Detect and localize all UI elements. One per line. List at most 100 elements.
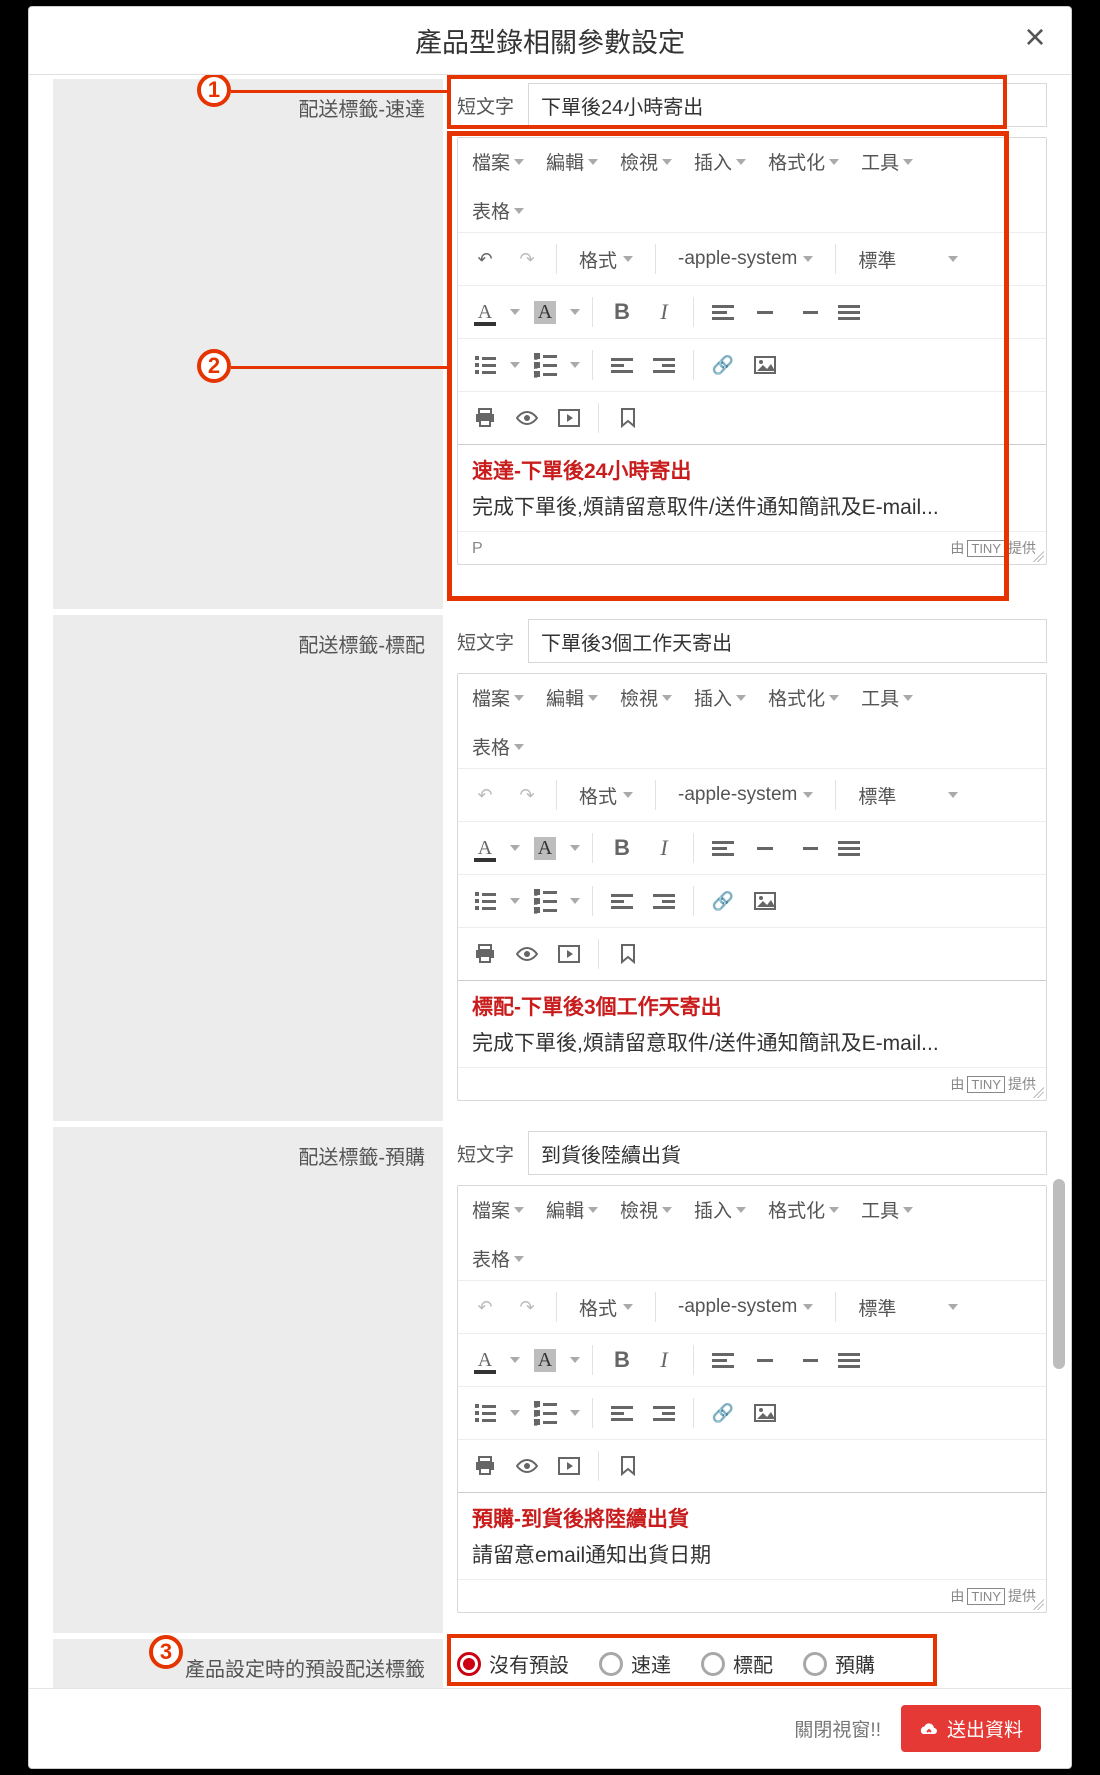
media-icon[interactable] [552,400,586,436]
scrollbar-thumb[interactable] [1053,1179,1065,1369]
align-left-icon[interactable] [706,294,740,330]
link-icon[interactable]: 🔗 [706,347,740,383]
undo-icon[interactable]: ↶ [468,777,502,813]
menu-table[interactable]: 表格 [472,1245,1032,1272]
bold-icon[interactable]: B [605,294,639,330]
image-icon[interactable] [748,883,782,919]
bg-color-icon[interactable]: A [528,294,562,330]
bold-icon[interactable]: B [605,830,639,866]
fontweight-select[interactable]: 標準 [848,1289,968,1325]
number-list-icon[interactable]: 123 [528,1395,562,1431]
align-left-icon[interactable] [706,1342,740,1378]
fontweight-select[interactable]: 標準 [848,777,968,813]
menu-view[interactable]: 檢視 [620,684,672,711]
menu-tools[interactable]: 工具 [861,1196,913,1223]
menu-file[interactable]: 檔案 [472,148,524,175]
menu-edit[interactable]: 編輯 [546,1196,598,1223]
preview-icon[interactable] [510,1448,544,1484]
align-center-icon[interactable] [748,294,782,330]
short-text-input[interactable] [528,1131,1047,1175]
menu-table[interactable]: 表格 [472,733,1032,760]
bullet-list-icon[interactable] [468,883,502,919]
link-icon[interactable]: 🔗 [706,1395,740,1431]
align-center-icon[interactable] [748,1342,782,1378]
short-text-input[interactable] [528,83,1047,127]
radio-preorder[interactable]: 預購 [803,1649,875,1678]
menu-format[interactable]: 格式化 [768,148,839,175]
submit-button[interactable]: 送出資料 [901,1705,1041,1752]
italic-icon[interactable]: I [647,1342,681,1378]
align-justify-icon[interactable] [832,294,866,330]
outdent-icon[interactable] [605,1395,639,1431]
resize-handle-icon[interactable] [1030,1084,1044,1098]
print-icon[interactable] [468,936,502,972]
media-icon[interactable] [552,1448,586,1484]
outdent-icon[interactable] [605,347,639,383]
image-icon[interactable] [748,347,782,383]
image-icon[interactable] [748,1395,782,1431]
close-icon[interactable]: × [1017,19,1053,55]
close-window-link[interactable]: 關閉視窗!! [794,1715,881,1742]
menu-format[interactable]: 格式化 [768,1196,839,1223]
menu-edit[interactable]: 編輯 [546,148,598,175]
align-left-icon[interactable] [706,830,740,866]
media-icon[interactable] [552,936,586,972]
text-color-icon[interactable]: A [468,1342,502,1378]
text-color-icon[interactable]: A [468,294,502,330]
fontweight-select[interactable]: 標準 [848,241,968,277]
preview-icon[interactable] [510,936,544,972]
font-select[interactable]: -apple-system [668,1289,823,1325]
bookmark-icon[interactable] [611,400,645,436]
format-select[interactable]: 格式 [569,777,643,813]
editor-content[interactable]: 預購-到貨後將陸續出貨 請留意email通知出貨日期 [458,1493,1046,1579]
align-justify-icon[interactable] [832,1342,866,1378]
indent-icon[interactable] [647,1395,681,1431]
menu-insert[interactable]: 插入 [694,148,746,175]
preview-icon[interactable] [510,400,544,436]
resize-handle-icon[interactable] [1030,548,1044,562]
font-select[interactable]: -apple-system [668,241,823,277]
resize-handle-icon[interactable] [1030,1596,1044,1610]
redo-icon[interactable]: ↷ [510,1289,544,1325]
align-right-icon[interactable] [790,294,824,330]
bookmark-icon[interactable] [611,936,645,972]
bullet-list-icon[interactable] [468,1395,502,1431]
radio-express[interactable]: 速達 [599,1649,671,1678]
menu-edit[interactable]: 編輯 [546,684,598,711]
align-right-icon[interactable] [790,1342,824,1378]
menu-insert[interactable]: 插入 [694,1196,746,1223]
menu-table[interactable]: 表格 [472,197,1032,224]
menu-insert[interactable]: 插入 [694,684,746,711]
italic-icon[interactable]: I [647,294,681,330]
indent-icon[interactable] [647,883,681,919]
text-color-icon[interactable]: A [468,830,502,866]
radio-none[interactable]: 沒有預設 [457,1649,569,1678]
undo-icon[interactable]: ↶ [468,241,502,277]
print-icon[interactable] [468,1448,502,1484]
italic-icon[interactable]: I [647,830,681,866]
redo-icon[interactable]: ↷ [510,241,544,277]
editor-content[interactable]: 標配-下單後3個工作天寄出 完成下單後,煩請留意取件/送件通知簡訊及E-mail… [458,981,1046,1067]
menu-file[interactable]: 檔案 [472,1196,524,1223]
align-center-icon[interactable] [748,830,782,866]
menu-tools[interactable]: 工具 [861,684,913,711]
menu-view[interactable]: 檢視 [620,1196,672,1223]
number-list-icon[interactable]: 123 [528,883,562,919]
format-select[interactable]: 格式 [569,1289,643,1325]
menu-format[interactable]: 格式化 [768,684,839,711]
undo-icon[interactable]: ↶ [468,1289,502,1325]
bg-color-icon[interactable]: A [528,1342,562,1378]
outdent-icon[interactable] [605,883,639,919]
number-list-icon[interactable]: 123 [528,347,562,383]
menu-file[interactable]: 檔案 [472,684,524,711]
indent-icon[interactable] [647,347,681,383]
align-justify-icon[interactable] [832,830,866,866]
font-select[interactable]: -apple-system [668,777,823,813]
menu-tools[interactable]: 工具 [861,148,913,175]
editor-content[interactable]: 速達-下單後24小時寄出 完成下單後,煩請留意取件/送件通知簡訊及E-mail.… [458,445,1046,531]
bullet-list-icon[interactable] [468,347,502,383]
scrollbar-track[interactable] [1051,79,1065,1684]
bookmark-icon[interactable] [611,1448,645,1484]
bold-icon[interactable]: B [605,1342,639,1378]
link-icon[interactable]: 🔗 [706,883,740,919]
